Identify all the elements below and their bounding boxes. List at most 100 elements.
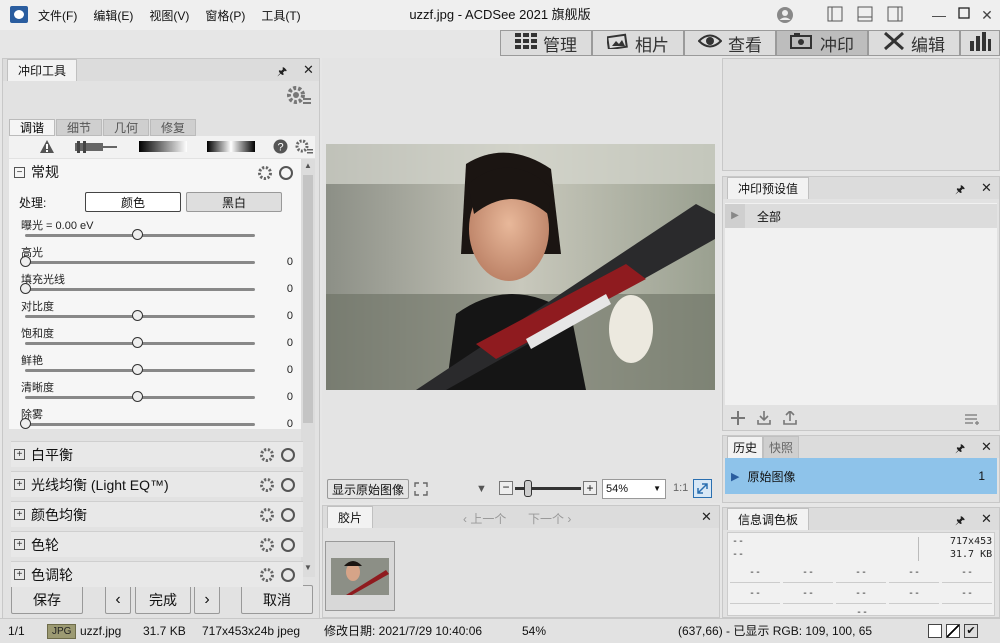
section-header[interactable]: + 光线均衡 (Light EQ™) — [11, 471, 303, 497]
expand-icon[interactable]: + — [14, 539, 25, 550]
left-pane-toggle-icon[interactable] — [826, 6, 844, 24]
settings-gear-icon[interactable] — [285, 84, 311, 111]
maximize-icon[interactable] — [955, 6, 973, 24]
import-icon[interactable] — [757, 411, 771, 428]
close-window-icon[interactable]: ✕ — [978, 6, 996, 24]
section-toggle-icon[interactable] — [280, 447, 296, 466]
slider-thumb[interactable] — [132, 229, 143, 240]
pin-icon[interactable]: 🖈 — [277, 63, 287, 82]
zoom-in-icon[interactable]: + — [583, 481, 597, 495]
menu-file[interactable]: 文件(F) — [38, 7, 77, 24]
preset-group-all[interactable]: ▶ 全部 — [725, 204, 997, 228]
tools-scrollbar[interactable]: ▲ ▼ — [301, 159, 315, 577]
menu-view[interactable]: 视图(V) — [149, 7, 189, 24]
bg-diagonal-icon[interactable] — [946, 624, 960, 638]
color-button[interactable]: 颜色 — [85, 192, 181, 212]
zoom-slider-thumb[interactable] — [524, 480, 532, 497]
pin-icon[interactable]: 🖈 — [955, 512, 965, 531]
history-item-original[interactable]: ▶ 原始图像 1 — [725, 458, 997, 494]
slider-thumb[interactable] — [20, 283, 31, 294]
expand-icon[interactable]: + — [14, 569, 25, 580]
menu-pane[interactable]: 窗格(P) — [205, 7, 245, 24]
gradient-mid-icon[interactable] — [207, 141, 255, 152]
prev-image-link[interactable]: ‹ 上一个 — [463, 510, 506, 527]
section-gear-icon[interactable] — [259, 447, 275, 466]
section-gear-icon[interactable] — [259, 477, 275, 496]
collapse-icon[interactable]: − — [14, 166, 25, 178]
fit-window-icon[interactable] — [693, 479, 712, 498]
close-filmstrip-icon[interactable]: ✕ — [701, 509, 712, 525]
zoom-out-icon[interactable]: − — [499, 481, 513, 495]
section-toggle-icon[interactable] — [280, 567, 296, 586]
close-presets-icon[interactable]: ✕ — [981, 180, 992, 196]
slider-thumb[interactable] — [20, 256, 31, 267]
bg-white-icon[interactable] — [928, 624, 942, 638]
list-options-icon[interactable] — [965, 413, 981, 428]
menu-edit[interactable]: 编辑(E) — [93, 7, 133, 24]
prev-tool-button[interactable]: ‹ — [105, 585, 131, 614]
warning-icon[interactable] — [39, 139, 55, 157]
actual-size-label[interactable]: 1:1 — [673, 482, 688, 494]
zoom-menu-icon[interactable]: ▼ — [476, 483, 487, 495]
photo-image[interactable] — [326, 144, 715, 390]
gradient-black-icon[interactable] — [139, 141, 187, 152]
menu-tools[interactable]: 工具(T) — [261, 7, 300, 24]
pin-icon[interactable]: 🖈 — [955, 181, 965, 200]
pin-icon[interactable]: 🖈 — [955, 440, 965, 459]
slider-thumb[interactable] — [132, 310, 143, 321]
account-icon[interactable] — [776, 6, 794, 24]
minimize-icon[interactable]: — — [930, 6, 948, 24]
histogram-clip-icon[interactable] — [75, 141, 117, 156]
tab-geometry[interactable]: 几何 — [103, 119, 150, 136]
filmstrip-thumbnail[interactable] — [325, 541, 395, 611]
save-button[interactable]: 保存 — [11, 585, 83, 614]
close-info-icon[interactable]: ✕ — [981, 511, 992, 527]
expand-arrow-icon[interactable]: ▶ — [725, 204, 745, 228]
mode-develop[interactable]: 冲印 — [776, 30, 868, 56]
done-button[interactable]: 完成 — [135, 585, 191, 614]
expand-icon[interactable]: + — [14, 479, 25, 490]
fullscreen-icon[interactable] — [414, 482, 428, 499]
slider-thumb[interactable] — [132, 337, 143, 348]
section-gear-icon[interactable] — [259, 507, 275, 526]
section-header[interactable]: + 色轮 — [11, 531, 303, 557]
history-tab[interactable]: 历史 — [727, 436, 764, 458]
mode-photos[interactable]: 相片 — [592, 30, 684, 56]
tool-settings-icon[interactable] — [295, 139, 313, 158]
zoom-select[interactable]: 54% ▼ — [602, 479, 666, 499]
slider-thumb[interactable] — [132, 391, 143, 402]
slider-thumb[interactable] — [20, 418, 31, 429]
mode-dashboard[interactable] — [960, 30, 1000, 56]
mode-view[interactable]: 查看 — [684, 30, 776, 56]
add-preset-icon[interactable] — [731, 411, 745, 428]
slider-track[interactable] — [25, 288, 255, 291]
slider-track[interactable] — [25, 423, 255, 426]
mode-manage[interactable]: 管理 — [500, 30, 592, 56]
slider-thumb[interactable] — [132, 364, 143, 375]
bottom-pane-toggle-icon[interactable] — [856, 6, 874, 24]
section-toggle-icon[interactable] — [280, 507, 296, 526]
section-toggle-icon[interactable] — [280, 477, 296, 496]
next-image-link[interactable]: 下一个 › — [528, 510, 571, 527]
section-gear-icon[interactable] — [259, 537, 275, 556]
close-history-icon[interactable]: ✕ — [981, 439, 992, 455]
tab-detail[interactable]: 细节 — [56, 119, 103, 136]
section-header[interactable]: + 色调轮 — [11, 561, 303, 587]
export-icon[interactable] — [783, 409, 797, 428]
develop-tools-tab[interactable]: 冲印工具 — [7, 59, 78, 81]
slider-track[interactable] — [25, 261, 255, 264]
tab-tune[interactable]: 调谐 — [9, 119, 56, 136]
cancel-button[interactable]: 取消 — [241, 585, 313, 614]
expand-icon[interactable]: + — [14, 449, 25, 460]
bw-button[interactable]: 黑白 — [186, 192, 282, 212]
help-icon[interactable]: ? — [273, 139, 288, 157]
section-header[interactable]: + 颜色均衡 — [11, 501, 303, 527]
expand-icon[interactable]: + — [14, 509, 25, 520]
filmstrip-tab[interactable]: 胶片 — [327, 506, 374, 528]
checkmark-icon[interactable]: ✔ — [964, 624, 978, 638]
section-gear-icon[interactable] — [257, 165, 273, 184]
presets-tab[interactable]: 冲印预设值 — [727, 177, 810, 199]
tab-repair[interactable]: 修复 — [150, 119, 197, 136]
mode-edit[interactable]: 编辑 — [868, 30, 960, 56]
snapshot-tab[interactable]: 快照 — [763, 436, 800, 458]
